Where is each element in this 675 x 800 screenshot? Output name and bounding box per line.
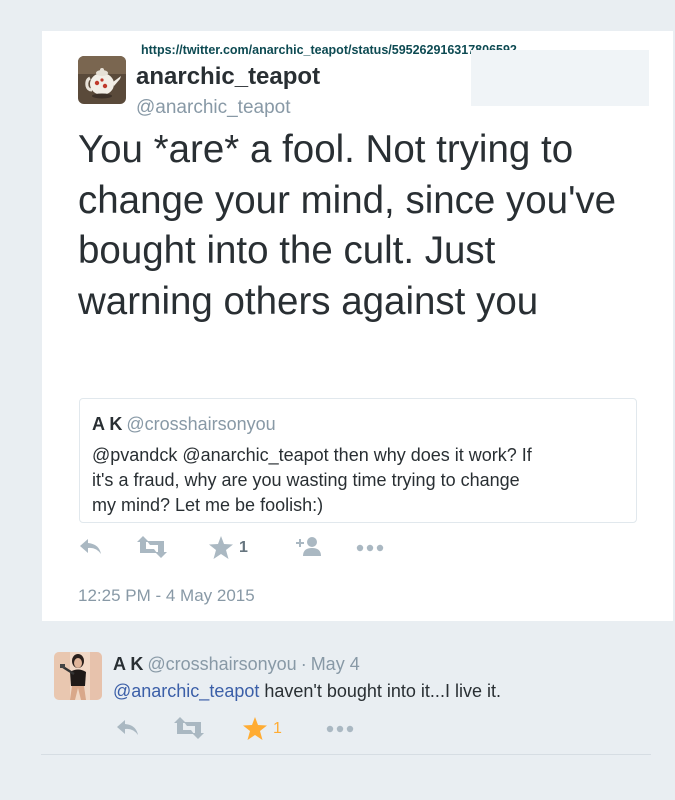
reply-retweet-button[interactable] [173, 717, 205, 739]
reply-favorite-count: 1 [273, 719, 282, 737]
reply-author-avatar[interactable] [54, 652, 102, 700]
more-icon [356, 544, 384, 552]
reply-button[interactable] [78, 536, 104, 558]
reply-mention-link[interactable]: @anarchic_teapot [113, 681, 259, 701]
retweet-icon [174, 717, 204, 739]
reply-header: A K @crosshairsonyou · May 4 [113, 654, 360, 675]
header-placeholder-box [471, 50, 649, 106]
reply-author-handle[interactable]: @crosshairsonyou [147, 654, 296, 674]
author-handle[interactable]: @anarchic_teapot [136, 97, 291, 119]
reply-icon [80, 539, 101, 554]
follow-icon [296, 537, 321, 556]
favorite-button[interactable]: 1 [209, 536, 248, 559]
reply-reply-button[interactable] [115, 717, 141, 739]
reply-date[interactable]: May 4 [311, 654, 360, 674]
reply-icon [117, 720, 138, 735]
quoted-author-name: A K [92, 414, 123, 434]
quoted-tweet[interactable]: A K @crosshairsonyou @pvandck @anarchic_t… [79, 398, 637, 523]
quoted-author-handle: @crosshairsonyou [126, 414, 276, 434]
reply-author-name[interactable]: A K [113, 654, 143, 674]
star-icon [209, 536, 233, 559]
retweet-icon [137, 536, 167, 558]
follow-button[interactable] [290, 536, 322, 558]
reply-favorite-button[interactable]: 1 [243, 717, 282, 740]
tweet-text: You *are* a fool. Not trying to change y… [78, 128, 617, 323]
star-icon [243, 717, 267, 740]
reply-text: @anarchic_teapot haven't bought into it.… [113, 681, 501, 702]
reply-more-button[interactable] [325, 717, 355, 739]
author-name[interactable]: anarchic_teapot [136, 63, 320, 91]
tweet-timestamp[interactable]: 12:25 PM - 4 May 2015 [78, 586, 255, 606]
source-url-link[interactable]: https://twitter.com/anarchic_teapot/stat… [141, 43, 517, 57]
tweet-actions: 1 [78, 536, 408, 562]
more-button[interactable] [355, 536, 385, 558]
divider [41, 754, 651, 755]
quoted-tweet-text: @pvandck @anarchic_teapot then why does … [92, 445, 532, 515]
favorite-count: 1 [239, 538, 248, 556]
quoted-tweet-header: A K @crosshairsonyou [92, 414, 276, 435]
reply-actions: 1 [115, 717, 365, 743]
more-icon [326, 725, 354, 733]
retweet-button[interactable] [136, 536, 168, 558]
header-separator: · [300, 654, 307, 674]
author-avatar[interactable] [78, 56, 126, 104]
reply-body: haven't bought into it...I live it. [259, 681, 501, 701]
